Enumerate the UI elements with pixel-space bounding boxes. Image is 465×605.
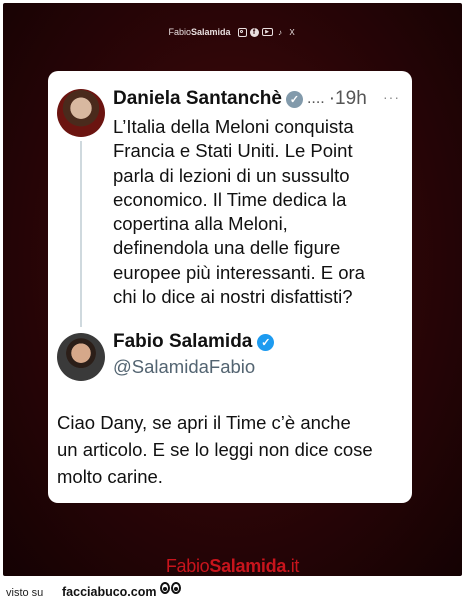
tweet-line: un articolo. E se lo leggi non dice cose [57, 439, 373, 460]
ellipsis: .... [306, 90, 325, 107]
youtube-icon[interactable]: ▶ [261, 28, 273, 36]
tweet-line: definendola una delle figure [113, 237, 341, 259]
tweet-line: molto carine. [57, 466, 163, 487]
tweet-card: Daniela Santanchè ✓ .... ·19h ··· L’Itali… [48, 71, 412, 503]
eye-icon [171, 582, 181, 594]
footer-bar: visto su facciabuco.com [0, 578, 465, 605]
facebook-icon[interactable]: f [249, 27, 259, 37]
top-brand-name: FabioSalamida [168, 27, 230, 37]
tweet-text: L’Italia della Meloni conquista Francia … [113, 115, 403, 309]
tweet-line: chi lo dice ai nostri disfattisti? [113, 286, 353, 308]
author-name[interactable]: Fabio Salamida [113, 331, 252, 353]
instagram-icon[interactable] [237, 27, 247, 37]
tweet-line: Ciao Dany, se apri il Time c’è anche [57, 412, 351, 433]
poster-background: FabioSalamida f ▶ ♪ X Daniela Santanchè … [3, 3, 462, 576]
eyes-logo-icon [160, 582, 181, 594]
watermark-bold: Salamida [209, 556, 287, 576]
verified-badge-icon: ✓ [285, 90, 303, 108]
x-icon[interactable]: X [288, 28, 297, 37]
tweet-line: L’Italia della Meloni conquista [113, 116, 354, 137]
top-brand-light: Fabio [168, 27, 191, 37]
visto-su-label: visto su [6, 587, 44, 599]
tweet-line: copertina alla Meloni, [113, 213, 288, 235]
top-brand-bar: FabioSalamida f ▶ ♪ X [3, 27, 462, 37]
watermark-light: Fabio [165, 556, 210, 576]
thread-line [80, 141, 82, 327]
avatar[interactable] [57, 333, 105, 381]
site-link[interactable]: facciabuco.com [62, 585, 156, 599]
verified-badge-icon: ✓ [257, 333, 275, 351]
tweet-line: economico. Il Time dedica la [113, 188, 347, 210]
author-handle[interactable]: @SalamidaFabio [113, 356, 255, 378]
tweet-header: Daniela Santanchè ✓ .... ·19h [113, 88, 367, 110]
timestamp[interactable]: ·19h [329, 88, 367, 110]
avatar[interactable] [57, 89, 105, 137]
top-brand-bold: Salamida [190, 27, 231, 37]
author-name[interactable]: Daniela Santanchè [113, 88, 282, 110]
tweet-line: parla di lezioni di un sussulto [113, 164, 350, 186]
tweet-header: Fabio Salamida ✓ [113, 331, 275, 353]
tiktok-icon[interactable]: ♪ [276, 28, 285, 37]
tweet-text: Ciao Dany, se apri il Time c’è anche un … [57, 409, 407, 490]
watermark-suffix: .it [286, 556, 300, 576]
more-options-icon[interactable]: ··· [383, 89, 400, 105]
eye-icon [160, 582, 170, 594]
watermark: FabioSalamida.it [3, 556, 462, 576]
tweet-line: europee più interessanti. E ora [113, 261, 365, 283]
tweet-line: Francia e Stati Uniti. Le Point [113, 140, 353, 162]
social-icons: f ▶ ♪ X [237, 27, 297, 37]
